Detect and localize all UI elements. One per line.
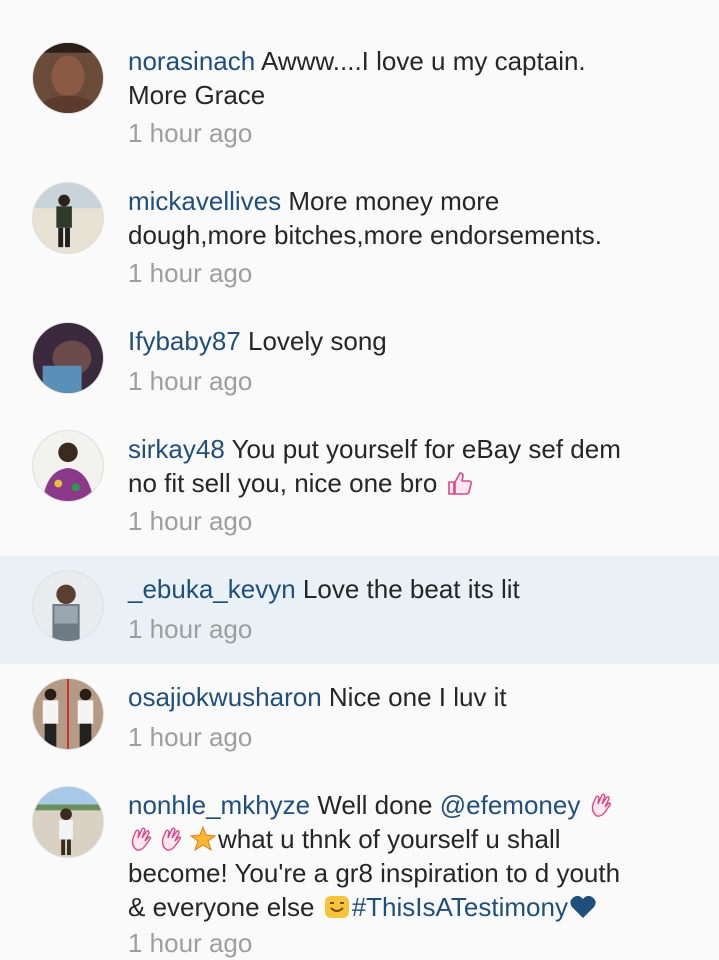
- comment-text-line: More money more: [288, 186, 500, 216]
- comment-text: mickavellives More money more dough,more…: [128, 184, 688, 252]
- comment-text-line: Lovely song: [247, 326, 387, 356]
- timestamp: 1 hour ago: [128, 928, 253, 958]
- avatar[interactable]: [32, 322, 104, 394]
- timestamp: 1 hour ago: [128, 118, 253, 148]
- avatar[interactable]: [32, 570, 104, 642]
- username-link[interactable]: mickavellives: [128, 186, 281, 216]
- comment-text: nonhle_mkhyze Well done @efemoney what u…: [128, 788, 688, 924]
- avatar-image: [33, 43, 103, 113]
- comment-item: norasinach Awww....I love u my captain. …: [0, 28, 719, 168]
- avatar[interactable]: [32, 42, 104, 114]
- avatar-image: [33, 787, 103, 857]
- username-link[interactable]: Ifybaby87: [128, 326, 241, 356]
- comment-text-line: Awww....I love u my captain.: [261, 46, 586, 76]
- avatar-image: [33, 323, 103, 393]
- comment-item: nonhle_mkhyze Well done @efemoney what u…: [0, 772, 719, 960]
- comment-text-line: what u thnk of yourself u shall: [218, 824, 561, 854]
- timestamp: 1 hour ago: [128, 258, 253, 288]
- timestamp: 1 hour ago: [128, 722, 253, 752]
- username-link[interactable]: osajiokwusharon: [128, 682, 322, 712]
- avatar-image: [33, 183, 103, 253]
- comment-item: mickavellives More money more dough,more…: [0, 168, 719, 308]
- avatar[interactable]: [32, 182, 104, 254]
- comment-text: _ebuka_kevyn Love the beat its lit: [128, 572, 688, 606]
- comment-text-line: become! You're a gr8 inspiration to d yo…: [128, 858, 621, 888]
- avatar[interactable]: [32, 786, 104, 858]
- comment-text-line: More Grace: [128, 80, 266, 110]
- timestamp: 1 hour ago: [128, 506, 253, 536]
- timestamp: 1 hour ago: [128, 614, 253, 644]
- comment-item: sirkay48 You put yourself for eBay sef d…: [0, 416, 719, 556]
- comment-item: Ifybaby87 Lovely song 1 hour ago: [0, 308, 719, 416]
- comment-list: norasinach Awww....I love u my captain. …: [0, 0, 719, 960]
- comment-text: sirkay48 You put yourself for eBay sef d…: [128, 432, 688, 500]
- flexed-face-icon: [322, 894, 352, 920]
- avatar-image: [33, 571, 103, 641]
- heart-icon: [568, 894, 598, 920]
- hashtag-link[interactable]: #ThisIsATestimony: [352, 892, 568, 922]
- avatar-image: [33, 431, 103, 501]
- comment-text-line: You put yourself for eBay sef dem: [231, 434, 621, 464]
- comment-item: _ebuka_kevyn Love the beat its lit 1 hou…: [0, 556, 719, 664]
- sparkle-icon: [188, 826, 218, 852]
- comment-text-line: Love the beat its lit: [302, 574, 520, 604]
- clapping-hands-icon: [128, 826, 158, 852]
- clapping-hands-icon: [588, 792, 618, 818]
- username-link[interactable]: nonhle_mkhyze: [128, 790, 310, 820]
- comment-text-line: no fit sell you, nice one bro: [128, 468, 438, 498]
- timestamp: 1 hour ago: [128, 366, 253, 396]
- comment-text-line: Well done: [317, 790, 433, 820]
- comment-text-line: & everyone else: [128, 892, 315, 922]
- mention-link[interactable]: @efemoney: [440, 790, 581, 820]
- comment-item: osajiokwusharon Nice one I luv it 1 hour…: [0, 664, 719, 772]
- comment-text: osajiokwusharon Nice one I luv it: [128, 680, 688, 714]
- comment-text: Ifybaby87 Lovely song: [128, 324, 688, 358]
- username-link[interactable]: _ebuka_kevyn: [128, 574, 296, 604]
- comment-text: norasinach Awww....I love u my captain. …: [128, 44, 688, 112]
- clapping-hands-icon: [158, 826, 188, 852]
- thumbs-up-icon: [445, 470, 475, 496]
- comment-text-line: Nice one I luv it: [328, 682, 507, 712]
- username-link[interactable]: sirkay48: [128, 434, 225, 464]
- comment-text-line: dough,more bitches,more endorsements.: [128, 220, 603, 250]
- avatar-image: [33, 679, 103, 749]
- avatar[interactable]: [32, 430, 104, 502]
- avatar[interactable]: [32, 678, 104, 750]
- username-link[interactable]: norasinach: [128, 46, 255, 76]
